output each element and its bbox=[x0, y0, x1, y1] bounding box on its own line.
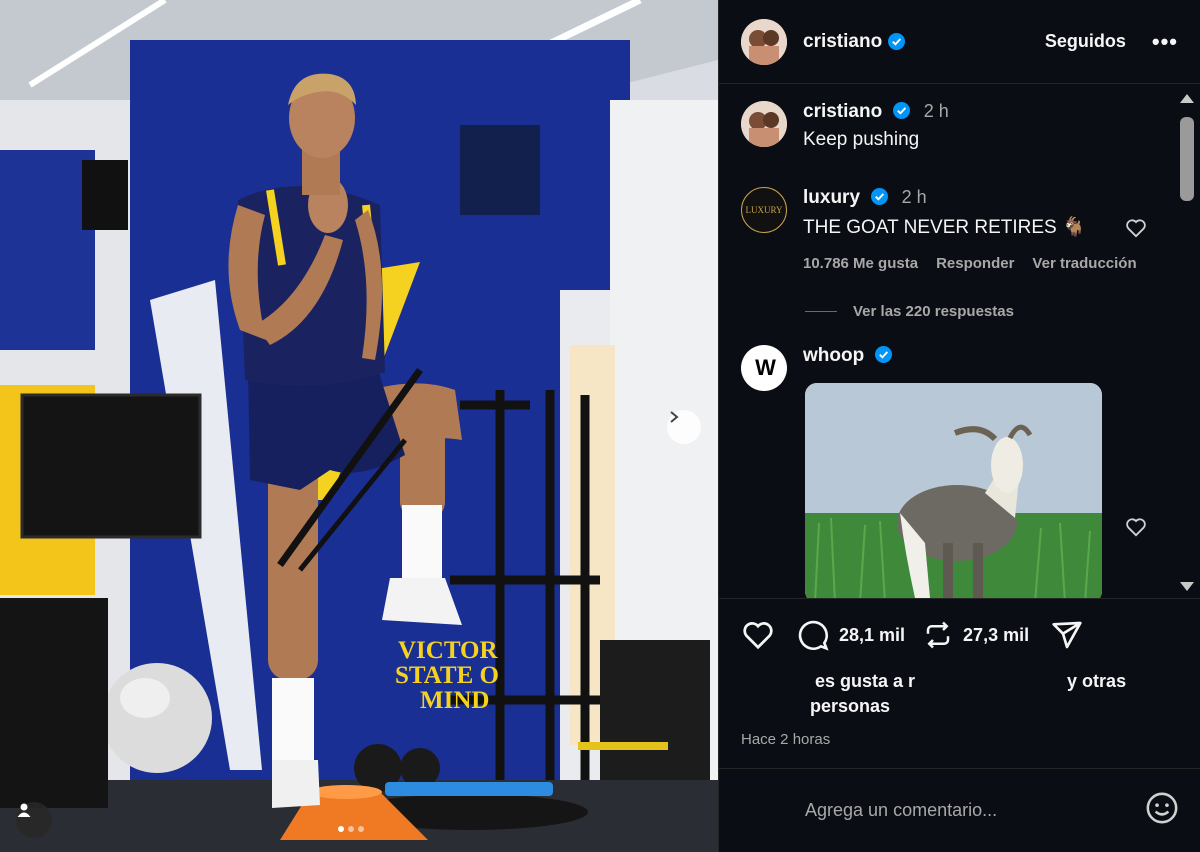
following-button[interactable]: Seguidos bbox=[1045, 31, 1126, 52]
gym-photo-illustration: VICTOR STATE O MIND bbox=[0, 0, 718, 852]
verified-badge-icon bbox=[893, 102, 911, 119]
comments-list: cristiano 2 h Keep pushing LUXURY luxury… bbox=[719, 85, 1171, 598]
user-icon bbox=[17, 803, 31, 817]
whoop-logo: W bbox=[755, 355, 776, 380]
reposts-count: 27,3 mil bbox=[963, 624, 1030, 645]
comment-button[interactable] bbox=[797, 619, 829, 651]
comments-scrollbar[interactable] bbox=[1171, 85, 1200, 598]
carousel-indicator bbox=[338, 826, 364, 832]
scroll-thumb[interactable] bbox=[1180, 117, 1194, 201]
share-button[interactable] bbox=[1051, 620, 1083, 650]
comment-composer: Agrega un comentario... bbox=[719, 768, 1200, 852]
chevron-right-icon bbox=[670, 411, 679, 423]
verified-badge-icon bbox=[888, 33, 906, 50]
view-replies[interactable]: Ver las 220 respuestas bbox=[805, 303, 1014, 320]
reply-button[interactable]: Responder bbox=[936, 255, 1014, 272]
replies-divider bbox=[805, 311, 837, 312]
comment-time: 2 h bbox=[901, 187, 927, 207]
post-photo: VICTOR STATE O MIND bbox=[0, 0, 718, 852]
comment-username[interactable]: luxury bbox=[803, 187, 860, 208]
emoji-button[interactable] bbox=[1145, 791, 1179, 830]
repost-icon bbox=[926, 621, 950, 649]
tagged-users-button[interactable] bbox=[16, 802, 52, 838]
goat-gif[interactable] bbox=[805, 383, 1102, 598]
repost-button[interactable] bbox=[923, 620, 953, 650]
verified-badge-icon bbox=[875, 346, 893, 363]
likes-summary[interactable]: es gusta a r y otras personas bbox=[741, 669, 1161, 719]
scroll-up-arrow-icon[interactable] bbox=[1180, 94, 1194, 103]
author-avatar[interactable] bbox=[741, 18, 787, 65]
author-avatar[interactable] bbox=[741, 101, 787, 147]
like-comment-icon[interactable] bbox=[1125, 218, 1147, 238]
more-options-icon[interactable]: ••• bbox=[1152, 29, 1178, 55]
likes-text-c: personas bbox=[810, 696, 891, 716]
send-icon bbox=[1052, 621, 1082, 649]
like-post-button[interactable] bbox=[741, 620, 775, 650]
comment-username[interactable]: whoop bbox=[803, 345, 864, 366]
goat-image bbox=[805, 383, 1102, 598]
caption-text: Keep pushing bbox=[803, 129, 920, 150]
post-actions: 28,1 mil 27,3 mil es gusta a r y otras pe… bbox=[719, 598, 1200, 768]
next-image-button[interactable] bbox=[667, 410, 701, 444]
post-side-panel: cristiano Seguidos ••• cristiano 2 h Kee… bbox=[718, 0, 1200, 852]
caption: cristiano 2 h Keep pushing bbox=[741, 101, 949, 151]
caption-time: 2 h bbox=[923, 101, 949, 121]
post-header: cristiano Seguidos ••• bbox=[719, 0, 1200, 84]
comment-text: THE GOAT NEVER RETIRES 🐐 bbox=[803, 217, 1086, 238]
likes-text-a: es gusta a r bbox=[815, 671, 916, 691]
like-comment-icon[interactable] bbox=[1125, 517, 1147, 537]
comment-item: LUXURY luxury 2 h THE GOAT NEVER RETIRES… bbox=[741, 187, 1137, 272]
luxury-logo: LUXURY bbox=[745, 205, 783, 215]
emoji-icon bbox=[1146, 792, 1178, 824]
comment-input[interactable]: Agrega un comentario... bbox=[805, 800, 997, 821]
wall-text-line2: STATE O bbox=[395, 662, 499, 689]
scroll-down-arrow-icon[interactable] bbox=[1180, 582, 1194, 591]
author-username[interactable]: cristiano bbox=[803, 31, 882, 53]
verified-badge-icon bbox=[871, 188, 889, 205]
wall-text-line3: MIND bbox=[420, 687, 489, 714]
commenter-avatar[interactable]: W bbox=[741, 345, 787, 391]
caption-username[interactable]: cristiano bbox=[803, 101, 882, 122]
likes-text-b: y otras bbox=[1067, 671, 1127, 691]
translate-button[interactable]: Ver traducción bbox=[1032, 255, 1136, 272]
comment-icon bbox=[798, 620, 829, 651]
view-replies-label[interactable]: Ver las 220 respuestas bbox=[853, 303, 1014, 320]
commenter-avatar[interactable]: LUXURY bbox=[741, 187, 787, 233]
post-time: Hace 2 horas bbox=[741, 731, 831, 748]
heart-icon bbox=[743, 622, 773, 650]
comment-likes[interactable]: 10.786 Me gusta bbox=[803, 255, 918, 272]
comments-count: 28,1 mil bbox=[839, 624, 906, 645]
wall-text-line1: VICTOR bbox=[398, 637, 499, 664]
